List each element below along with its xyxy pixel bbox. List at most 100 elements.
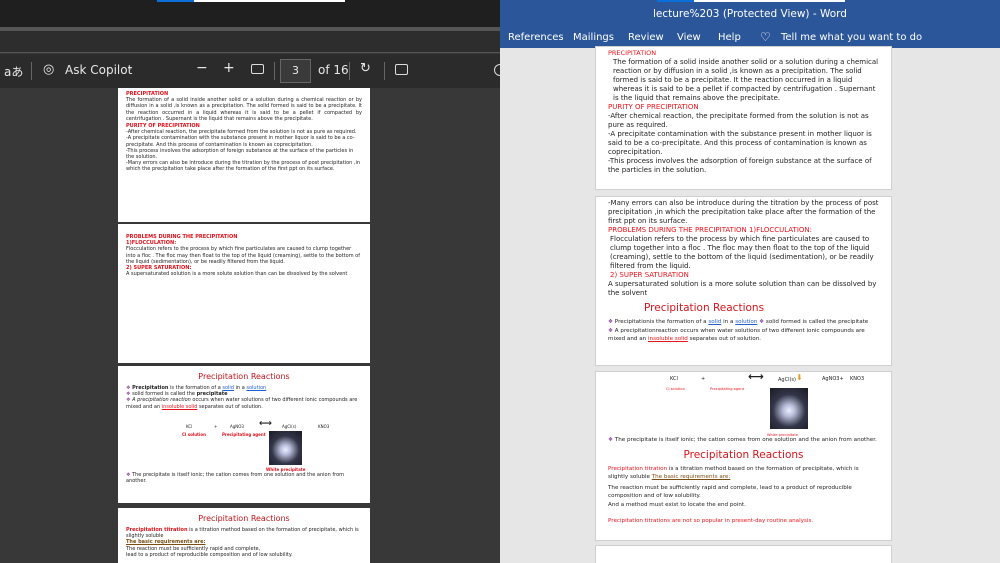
page-number-input[interactable]: 3 [280,59,311,83]
paragraph: The formation of a solid inside another … [126,97,362,122]
double-arrow-icon: ⟷ [748,371,764,383]
paragraph: -Many errors can also be introduce durin… [126,160,361,173]
precipitate-photo [770,388,808,429]
formula: AgNO3+ [822,376,844,382]
link[interactable]: solid [708,319,721,325]
link[interactable]: solution [735,319,757,325]
text: solid formed is called the [132,391,197,398]
link[interactable]: solid [222,385,234,391]
tell-me-search[interactable]: Tell me what you want to do [781,32,922,43]
paragraph: A supersaturated solution is a more solu… [608,280,877,297]
text: lead to a product of reproducible compos… [126,551,293,558]
heading: PROBLEMS DURING THE PRECIPITATION 1)FLOC… [608,226,812,234]
label: Cl solution [182,431,206,437]
formula: AgNO3 [230,423,244,429]
formula: + [701,376,706,382]
read-aloud-icon[interactable]: aあ [4,63,23,80]
formula: + [214,423,218,429]
heading: PRECIPITATION [608,49,657,57]
word-window: lecture%203 (Protected View) - Word Refe… [500,0,1000,563]
document-page: KCl + ⟷ AgCl(s) ⬇ AgNO3+ KNO3 Cl solutio… [595,371,892,541]
slide-title: Precipitation Reactions [644,302,765,314]
text: separates out of solution. [197,403,263,410]
text: precipitate [196,391,228,398]
equation-figure: KCl + AgNO3 ⟷ AgCl(s) KNO3 Cl solution P… [126,410,362,472]
link[interactable]: insoluble solid [648,336,688,342]
slide-title: Precipitation Reactions [198,372,290,381]
formula: KCl [670,376,678,382]
document-page: -Many errors can also be introduce durin… [595,196,892,366]
address-bar-area [0,31,500,53]
tab-help[interactable]: Help [718,32,741,43]
precipitate-photo [269,430,302,465]
window-thumbnail [157,0,345,2]
pdf-page: PROBLEMS DURING THE PRECIPITATION 1)FLOC… [118,224,370,363]
text: Precipitation [132,385,169,391]
fit-page-icon[interactable] [251,64,264,74]
down-arrow-icon: ⬇ [796,373,803,382]
divider [384,62,385,80]
page-total: of 16 [318,63,349,77]
browser-tab-strip [0,0,500,27]
zoom-in-button[interactable]: + [223,60,235,76]
tab-mailings[interactable]: Mailings [573,32,614,43]
slide-title: Precipitation Reactions [683,448,804,461]
heading: 2) SUPER SATURATION [610,271,689,279]
text: is the formation of a [168,385,223,391]
document-page: PRECIPITATION The formation of a solid i… [595,46,892,190]
text: in a [721,319,736,325]
text: separates out of solution. [687,336,762,342]
formula: AgCl(s) [282,423,297,429]
formula: KNO3 [850,376,865,382]
label: Precipitating agent [710,387,745,391]
page-view-icon[interactable] [395,64,408,75]
divider [349,62,350,80]
text: The reaction must be sufficiently rapid … [608,484,852,500]
equation-figure: KCl + ⟷ AgCl(s) ⬇ AgNO3+ KNO3 Cl solutio… [608,371,879,437]
text: solid formed is called the precipitate [765,319,869,325]
paragraph: -After chemical reaction, the precipitat… [608,112,869,129]
formula: AgCl(s) [778,377,796,383]
label: White precipitate [266,466,306,472]
chevron-down-icon[interactable]: ⌄ [126,63,134,73]
slide-title: Precipitation Reactions [198,514,290,523]
rotate-icon[interactable]: ↻ [360,61,371,76]
text: The precipitate is itself ionic; the cat… [614,437,877,443]
pdf-viewer-pane: aあ ◎ Ask Copilot ⌄ − + 3 of 16 ↻ PRECIPI… [0,0,500,563]
text: Precipitation titrations are not so popu… [608,518,814,524]
text: Precipitationis the formation of a [614,319,709,325]
label: White precipitate [767,433,798,437]
paragraph: Flocculation refers to the process by wh… [610,235,874,270]
text: Precipitation titration [608,465,668,472]
text: And a method must exist to locate the en… [608,501,746,508]
zoom-out-button[interactable]: − [196,60,208,76]
double-arrow-icon: ⟷ [259,418,272,429]
text: in a [233,385,247,391]
text: The basic requirements are: [651,474,731,480]
divider [274,62,275,80]
text: A precipitation reaction [132,397,191,404]
lightbulb-icon: ♡ [760,30,771,44]
document-page [595,545,892,563]
paragraph: The formation of a solid inside another … [613,58,879,102]
heading: PURITY OF PRECIPITATION [608,103,699,111]
paragraph: -Many errors can also be introduce durin… [608,199,879,225]
tab-references[interactable]: References [508,32,564,43]
link[interactable]: insoluble solid [162,404,198,410]
tab-view[interactable]: View [677,32,701,43]
paragraph: -This process involves the adsorption of… [608,157,872,174]
pdf-toolbar: aあ ◎ Ask Copilot ⌄ − + 3 of 16 ↻ [0,54,500,88]
paragraph: -A precipitate contamination with the su… [126,135,355,148]
window-title: lecture%203 (Protected View) - Word [500,0,1000,27]
ask-copilot-button[interactable]: Ask Copilot [65,63,132,77]
paragraph: A supersaturated solution is a more solu… [126,271,348,278]
link[interactable]: solution [246,385,266,391]
text: The precipitate is itself ionic; the cat… [126,471,344,485]
formula: KNO3 [318,423,330,429]
label: Precipitating agent [222,431,266,437]
copilot-icon[interactable]: ◎ [43,62,54,77]
paragraph: -This process involves the adsorption of… [126,147,354,161]
tab-review[interactable]: Review [628,32,664,43]
text: Precipitation titration [126,527,188,533]
pdf-page: PRECIPITATION The formation of a solid i… [118,88,370,222]
